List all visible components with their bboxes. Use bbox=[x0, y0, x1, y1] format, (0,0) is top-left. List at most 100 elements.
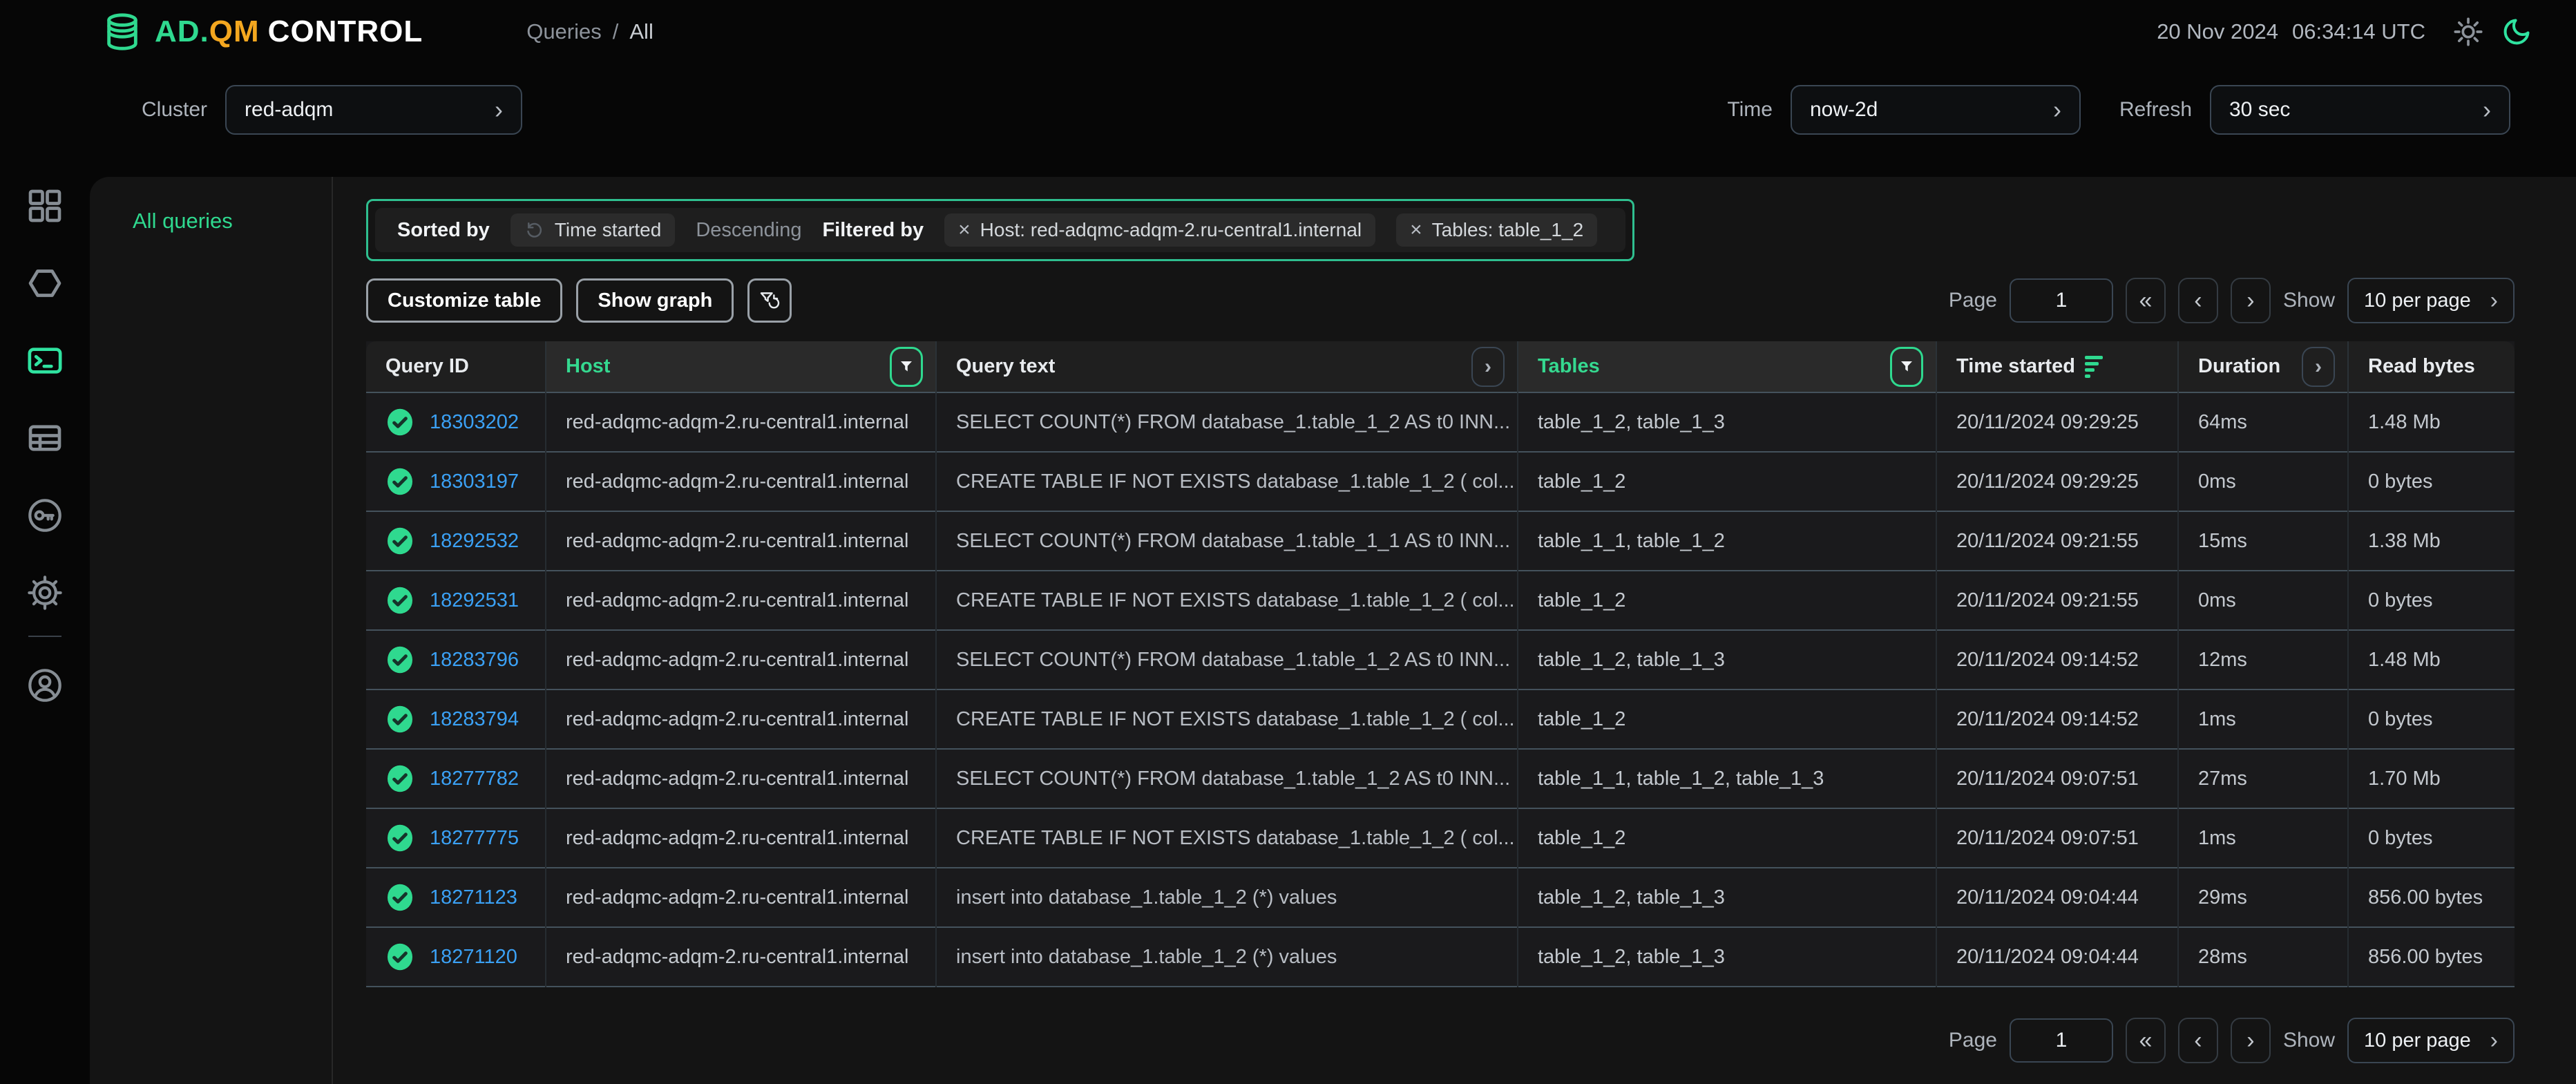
read-bytes-cell: 1.38 Mb bbox=[2348, 511, 2515, 571]
page-number-input[interactable] bbox=[2010, 1018, 2113, 1063]
time-range-select[interactable]: now-2d › bbox=[1791, 85, 2081, 135]
filter-chip-host[interactable]: × Host: red-adqmc-adqm-2.ru-central1.int… bbox=[944, 213, 1375, 247]
terminal-icon[interactable] bbox=[26, 341, 64, 380]
query-text-cell: SELECT COUNT(*) FROM database_1.table_1_… bbox=[936, 630, 1518, 690]
current-date: 20 Nov 2024 bbox=[2157, 19, 2278, 44]
expand-duration-button[interactable]: › bbox=[2302, 347, 2335, 387]
duration-cell: 0ms bbox=[2178, 452, 2348, 511]
success-check-icon bbox=[385, 882, 414, 913]
query-text-cell: CREATE TABLE IF NOT EXISTS database_1.ta… bbox=[936, 690, 1518, 749]
filter-summary-bar: Sorted by Time started Descending Filter… bbox=[375, 208, 1625, 252]
reset-sort-icon[interactable] bbox=[524, 220, 545, 240]
app-logo: AD.QMCONTROL bbox=[102, 12, 423, 52]
show-label: Show bbox=[2283, 289, 2335, 312]
hexagon-icon[interactable] bbox=[26, 264, 64, 303]
customize-table-button[interactable]: Customize table bbox=[366, 278, 562, 323]
read-bytes-cell: 1.48 Mb bbox=[2348, 392, 2515, 452]
table-row: 18277782 red-adqmc-adqm-2.ru-central1.in… bbox=[366, 749, 2515, 808]
query-id-link[interactable]: 18277782 bbox=[430, 768, 519, 790]
tables-cell: table_1_2, table_1_3 bbox=[1518, 630, 1936, 690]
query-id-link[interactable]: 18271123 bbox=[430, 886, 517, 909]
query-id-link[interactable]: 18283796 bbox=[430, 649, 519, 672]
prev-page-button[interactable]: ‹ bbox=[2178, 278, 2218, 323]
sun-icon[interactable] bbox=[2453, 17, 2483, 47]
filter-chip-tables-label: Tables: table_1_2 bbox=[1432, 219, 1584, 241]
dashboard-grid-icon[interactable] bbox=[26, 187, 64, 225]
read-bytes-cell: 0 bytes bbox=[2348, 690, 2515, 749]
duration-cell: 1ms bbox=[2178, 690, 2348, 749]
first-page-button[interactable]: « bbox=[2126, 278, 2166, 323]
table-row: 18271120 red-adqmc-adqm-2.ru-central1.in… bbox=[366, 927, 2515, 987]
subnav-item-all-queries[interactable]: All queries bbox=[133, 209, 233, 233]
query-id-link[interactable]: 18303197 bbox=[430, 470, 519, 493]
sort-chip-label: Time started bbox=[555, 219, 662, 241]
cluster-select[interactable]: red-adqm › bbox=[225, 85, 522, 135]
tables-cell: table_1_2 bbox=[1518, 452, 1936, 511]
query-text-cell: SELECT COUNT(*) FROM database_1.table_1_… bbox=[936, 511, 1518, 571]
query-id-link[interactable]: 18271120 bbox=[430, 946, 517, 969]
remove-filter-icon[interactable]: × bbox=[958, 220, 971, 240]
sort-chip[interactable]: Time started bbox=[511, 213, 676, 247]
query-text-cell: CREATE TABLE IF NOT EXISTS database_1.ta… bbox=[936, 808, 1518, 868]
chevron-right-icon: › bbox=[2483, 97, 2491, 122]
read-bytes-cell: 0 bytes bbox=[2348, 571, 2515, 630]
read-bytes-cell: 1.48 Mb bbox=[2348, 630, 2515, 690]
time-started-cell: 20/11/2024 09:29:25 bbox=[1936, 452, 2178, 511]
time-range-value: now-2d bbox=[1810, 98, 1878, 122]
breadcrumb-separator: / bbox=[613, 19, 619, 44]
host-cell: red-adqmc-adqm-2.ru-central1.internal bbox=[546, 630, 936, 690]
prev-page-button[interactable]: ‹ bbox=[2178, 1018, 2218, 1063]
user-icon[interactable] bbox=[26, 666, 64, 705]
chevron-right-icon: › bbox=[2053, 97, 2061, 122]
per-page-select[interactable]: 10 per page › bbox=[2347, 1018, 2515, 1063]
next-page-button[interactable]: › bbox=[2231, 1018, 2271, 1063]
column-header-time-started[interactable]: Time started bbox=[1936, 341, 2178, 392]
success-check-icon bbox=[385, 823, 414, 853]
rail-divider bbox=[28, 636, 61, 637]
time-started-cell: 20/11/2024 09:14:52 bbox=[1936, 630, 2178, 690]
table-header-row: Query ID Host bbox=[366, 341, 2515, 392]
query-id-link[interactable]: 18277775 bbox=[430, 827, 519, 850]
host-cell: red-adqmc-adqm-2.ru-central1.internal bbox=[546, 511, 936, 571]
database-icon bbox=[102, 12, 142, 52]
time-started-cell: 20/11/2024 09:04:44 bbox=[1936, 868, 2178, 927]
breadcrumb-section[interactable]: Queries bbox=[526, 19, 602, 44]
tables-cell: table_1_2, table_1_3 bbox=[1518, 927, 1936, 987]
success-check-icon bbox=[385, 645, 414, 675]
reset-filters-button[interactable] bbox=[747, 278, 792, 323]
key-icon[interactable] bbox=[26, 496, 64, 535]
query-text-cell: CREATE TABLE IF NOT EXISTS database_1.ta… bbox=[936, 571, 1518, 630]
query-id-cell: 18271123 bbox=[366, 868, 546, 927]
moon-icon[interactable] bbox=[2501, 17, 2532, 47]
current-datetime: 20 Nov 2024 06:34:14 UTC bbox=[2157, 19, 2425, 44]
column-header-read-bytes: Read bytes bbox=[2348, 341, 2515, 392]
column-header-query-id: Query ID bbox=[366, 341, 546, 392]
refresh-interval-select[interactable]: 30 sec › bbox=[2210, 85, 2510, 135]
tables-filter-button[interactable] bbox=[1890, 347, 1923, 387]
host-filter-button[interactable] bbox=[890, 347, 923, 387]
query-id-link[interactable]: 18292532 bbox=[430, 530, 519, 553]
host-cell: red-adqmc-adqm-2.ru-central1.internal bbox=[546, 749, 936, 808]
chevron-right-icon: › bbox=[495, 97, 503, 122]
query-id-link[interactable]: 18283794 bbox=[430, 708, 519, 731]
gear-icon[interactable] bbox=[26, 573, 64, 612]
page-number-input[interactable] bbox=[2010, 278, 2113, 323]
next-page-button[interactable]: › bbox=[2231, 278, 2271, 323]
first-page-button[interactable]: « bbox=[2126, 1018, 2166, 1063]
filtered-by-label: Filtered by bbox=[822, 219, 924, 242]
query-id-link[interactable]: 18292531 bbox=[430, 589, 519, 612]
duration-cell: 12ms bbox=[2178, 630, 2348, 690]
query-id-cell: 18277782 bbox=[366, 749, 546, 808]
read-bytes-cell: 856.00 bytes bbox=[2348, 868, 2515, 927]
read-bytes-cell: 0 bytes bbox=[2348, 808, 2515, 868]
table-row: 18283796 red-adqmc-adqm-2.ru-central1.in… bbox=[366, 630, 2515, 690]
expand-query-text-button[interactable]: › bbox=[1471, 347, 1505, 387]
time-started-cell: 20/11/2024 09:29:25 bbox=[1936, 392, 2178, 452]
remove-filter-icon[interactable]: × bbox=[1410, 220, 1422, 240]
show-graph-button[interactable]: Show graph bbox=[576, 278, 734, 323]
query-id-link[interactable]: 18303202 bbox=[430, 411, 519, 434]
table-icon[interactable] bbox=[26, 419, 64, 457]
filter-chip-tables[interactable]: × Tables: table_1_2 bbox=[1396, 213, 1597, 247]
table-row: 18292532 red-adqmc-adqm-2.ru-central1.in… bbox=[366, 511, 2515, 571]
per-page-select[interactable]: 10 per page › bbox=[2347, 278, 2515, 323]
